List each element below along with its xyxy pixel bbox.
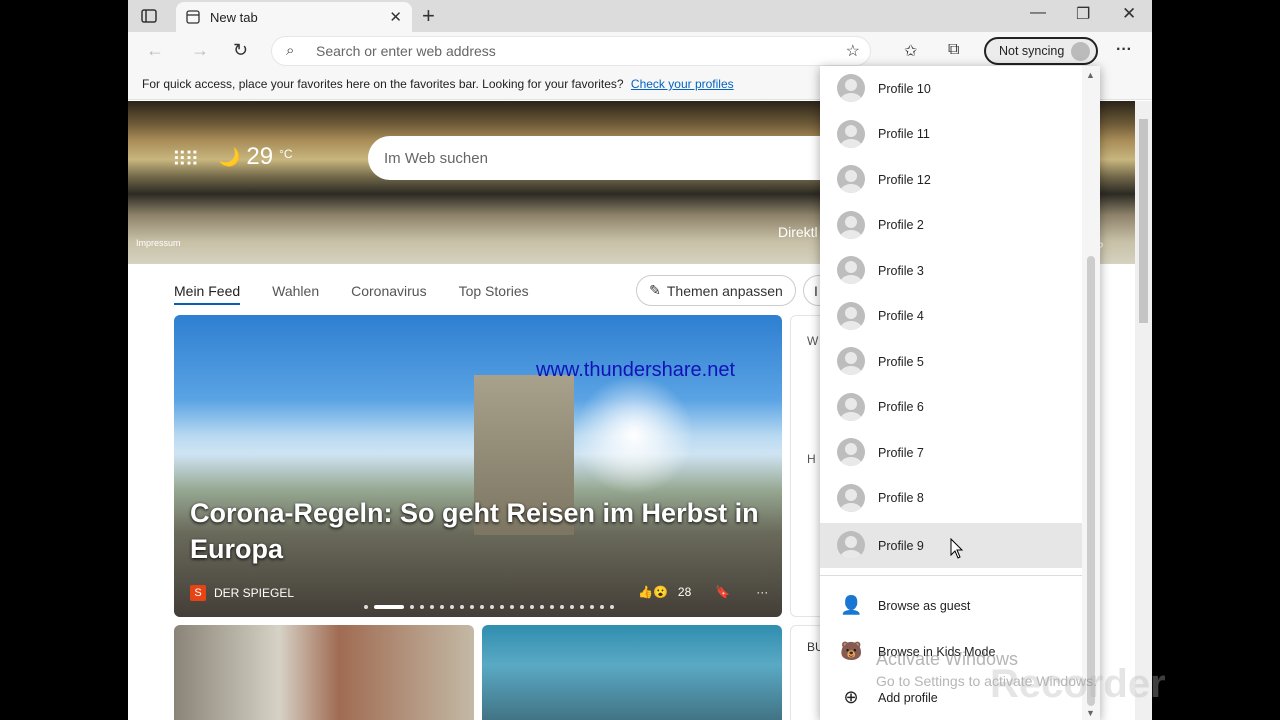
profile-avatar-icon (837, 531, 865, 559)
more-icon[interactable]: ··· (1116, 41, 1132, 59)
featured-article-card[interactable]: www.thundershare.net Corona-Regeln: So g… (174, 315, 782, 617)
close-tab-icon[interactable]: ✕ (389, 8, 402, 26)
profile-dropdown: Profile 10 Profile 11 Profile 12 Profile… (820, 66, 1100, 720)
profile-item[interactable]: Profile 10 (820, 66, 1082, 111)
impressum-link[interactable]: Impressum (136, 238, 181, 248)
favbar-text: For quick access, place your favorites h… (142, 77, 624, 91)
profile-item[interactable]: Profile 3 (820, 248, 1082, 293)
web-search-placeholder: Im Web suchen (384, 149, 488, 167)
temperature-unit: °C (279, 147, 293, 161)
profile-avatar-icon (837, 74, 865, 102)
tab-coronavirus[interactable]: Coronavirus (351, 283, 426, 305)
customize-topics-button[interactable]: ✎ Themen anpassen (636, 275, 796, 306)
bookmark-icon[interactable]: 🔖 (715, 585, 730, 599)
moon-icon: 🌙 (218, 146, 241, 167)
minimize-icon[interactable]: — (1030, 4, 1046, 22)
profile-avatar-icon (837, 438, 865, 466)
profile-item[interactable]: Profile 4 (820, 294, 1082, 339)
customize-label: Themen anpassen (666, 282, 783, 299)
profile-avatar-icon (837, 392, 865, 421)
feed-tabs: Mein Feed Wahlen Coronavirus Top Stories (174, 283, 529, 305)
address-placeholder: Search or enter web address (316, 43, 496, 59)
temperature: 29 (246, 143, 274, 170)
side-card-letter-2: H (807, 452, 816, 466)
mouse-cursor-icon (950, 538, 964, 559)
tab-wahlen[interactable]: Wahlen (272, 283, 319, 305)
reactions[interactable]: 👍😮 28 🔖 ··· (638, 585, 768, 599)
sun-glare (574, 375, 694, 495)
recorder-watermark: Recorder (990, 662, 1166, 706)
profile-item[interactable]: Profile 2 (820, 203, 1082, 248)
new-tab-button[interactable]: + (422, 5, 435, 27)
reaction-emoji-icon: 👍😮 (638, 585, 668, 599)
newtab-page-icon (186, 10, 200, 24)
page-scrollbar[interactable] (1135, 101, 1152, 720)
profile-avatar-icon (837, 119, 865, 148)
search-icon: ⌕ (286, 42, 295, 59)
refresh-icon[interactable]: ↻ (233, 40, 248, 61)
profile-item[interactable]: Profile 11 (820, 112, 1082, 157)
scroll-down-icon[interactable]: ▼ (1086, 708, 1095, 718)
profile-item[interactable]: Profile 7 (820, 430, 1082, 475)
close-window-icon[interactable]: ✕ (1122, 4, 1136, 24)
tab-new-tab[interactable]: New tab ✕ (176, 2, 412, 32)
article-card-3[interactable] (482, 625, 782, 720)
tab-top-stories[interactable]: Top Stories (459, 283, 529, 305)
article-card-2[interactable] (174, 625, 474, 720)
add-profile-icon: ⊕ (843, 687, 859, 707)
sync-status: Not syncing (999, 44, 1065, 58)
scroll-up-icon[interactable]: ▲ (1086, 70, 1095, 80)
profile-avatar-icon (837, 210, 865, 239)
profile-avatar-icon (837, 483, 865, 512)
spiegel-logo-icon: S (190, 585, 206, 601)
profile-item[interactable]: Profile 12 (820, 157, 1082, 202)
web-search-input[interactable]: Im Web suchen 🎙 (368, 136, 888, 180)
carousel-dots[interactable] (364, 605, 614, 609)
avatar (1071, 42, 1090, 61)
tab-mein-feed[interactable]: Mein Feed (174, 283, 241, 305)
app-launcher-icon[interactable]: ⠿⠿ (172, 147, 199, 172)
profile-avatar-icon (837, 256, 865, 284)
collections-icon[interactable]: ⧉ (948, 41, 959, 59)
menu-divider (820, 575, 1082, 576)
profile-button[interactable]: Not syncing (984, 37, 1098, 65)
article-headline[interactable]: Corona-Regeln: So geht Reisen im Herbst … (190, 495, 770, 567)
menu-scrollbar[interactable]: ▲ ▼ (1082, 66, 1100, 720)
guest-icon: 👤 (840, 595, 863, 615)
profile-item[interactable]: Profile 8 (820, 476, 1082, 521)
more-options-icon[interactable]: ··· (756, 585, 768, 599)
address-bar[interactable]: ⌕ Search or enter web address ☆ (271, 36, 871, 66)
profile-avatar-icon (837, 301, 865, 330)
tab-actions-icon[interactable] (138, 6, 160, 26)
article-source: S DER SPIEGEL (190, 585, 294, 601)
tab-title: New tab (210, 9, 258, 25)
browser-window: New tab ✕ + — ❐ ✕ ← → ↻ ⌕ Search or ente… (128, 0, 1152, 720)
back-icon[interactable]: ← (146, 40, 164, 61)
add-favorite-icon[interactable]: ☆ (846, 41, 860, 61)
browse-as-guest-item[interactable]: 👤 Browse as guest (820, 586, 1082, 626)
profile-avatar-icon (837, 347, 865, 375)
source-name: DER SPIEGEL (214, 586, 295, 600)
favorites-icon[interactable]: ✩ (904, 41, 917, 61)
kids-mode-icon: 🐻 (840, 641, 863, 661)
hero-caption[interactable]: Direktl (778, 224, 818, 240)
pencil-icon: ✎ (649, 282, 661, 298)
reactions-count: 28 (677, 585, 692, 599)
watermark-text: www.thundershare.net (536, 359, 736, 381)
check-profiles-link[interactable]: Check your profiles (631, 77, 734, 91)
profile-avatar-icon (837, 165, 865, 193)
tab-strip: New tab ✕ + — ❐ ✕ (128, 0, 1152, 32)
profile-item[interactable]: Profile 5 (820, 339, 1082, 384)
toolbar: ← → ↻ ⌕ Search or enter web address ☆ ✩ … (128, 32, 1152, 70)
restore-icon[interactable]: ❐ (1076, 4, 1090, 24)
weather-widget[interactable]: 🌙 29 °C (218, 143, 293, 171)
profile-item[interactable]: Profile 6 (820, 385, 1082, 430)
forward-icon[interactable]: → (191, 40, 209, 61)
side-card-letter-1: W (807, 334, 819, 348)
